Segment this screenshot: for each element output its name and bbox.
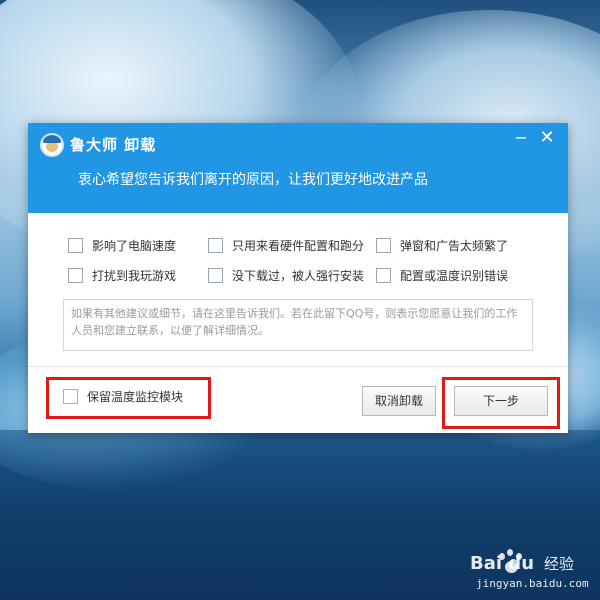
reason-option[interactable]: 弹窗和广告太频繁了 <box>376 236 508 254</box>
reason-checkbox[interactable] <box>376 267 391 283</box>
feedback-textarea[interactable]: 如果有其他建议或细节，请在这里告诉我们。若在此留下QQ号，则表示您愿意让我们的工… <box>63 299 533 351</box>
paw-icon <box>496 549 526 575</box>
reason-checkbox[interactable] <box>376 237 391 253</box>
reason-checkbox[interactable] <box>68 237 83 253</box>
minimize-button[interactable]: − <box>510 127 532 149</box>
reason-label: 打扰到我玩游戏 <box>92 268 177 283</box>
watermark-url: jingyan.baidu.com <box>476 577 589 590</box>
reason-option[interactable]: 配置或温度识别错误 <box>376 266 508 284</box>
jingyan-text: 经验 <box>544 555 575 573</box>
reason-checkbox[interactable] <box>208 237 223 253</box>
footer-divider <box>28 366 568 367</box>
reason-option[interactable]: 没下载过，被人强行安装 <box>208 266 364 284</box>
reason-label: 弹窗和广告太频繁了 <box>400 238 509 253</box>
dialog-header[interactable]: 鲁大师 卸载 − ✕ 衷心希望您告诉我们离开的原因，让我们更好地改进产品 <box>28 123 568 213</box>
dialog-title: 鲁大师 卸载 <box>70 136 157 154</box>
close-button[interactable]: ✕ <box>536 127 558 149</box>
dialog-subtitle: 衷心希望您告诉我们离开的原因，让我们更好地改进产品 <box>78 172 428 188</box>
reason-label: 只用来看硬件配置和跑分 <box>232 238 365 253</box>
reason-checkbox[interactable] <box>68 267 83 283</box>
reason-option[interactable]: 只用来看硬件配置和跑分 <box>208 236 364 254</box>
reason-label: 没下载过，被人强行安装 <box>232 268 365 283</box>
reason-option[interactable]: 影响了电脑速度 <box>68 236 176 254</box>
app-logo-icon <box>40 133 64 157</box>
reason-checkbox[interactable] <box>208 267 223 283</box>
cancel-uninstall-button[interactable]: 取消卸载 <box>362 386 436 416</box>
annotation-highlight-next <box>442 377 560 429</box>
reason-option[interactable]: 打扰到我玩游戏 <box>68 266 176 284</box>
annotation-highlight-keep <box>46 377 211 419</box>
logo-hat <box>43 135 61 143</box>
reason-label: 影响了电脑速度 <box>92 238 177 253</box>
reason-label: 配置或温度识别错误 <box>400 268 509 283</box>
baidu-jingyan-watermark: Bai du 经验 jingyan.baidu.com <box>470 545 595 595</box>
